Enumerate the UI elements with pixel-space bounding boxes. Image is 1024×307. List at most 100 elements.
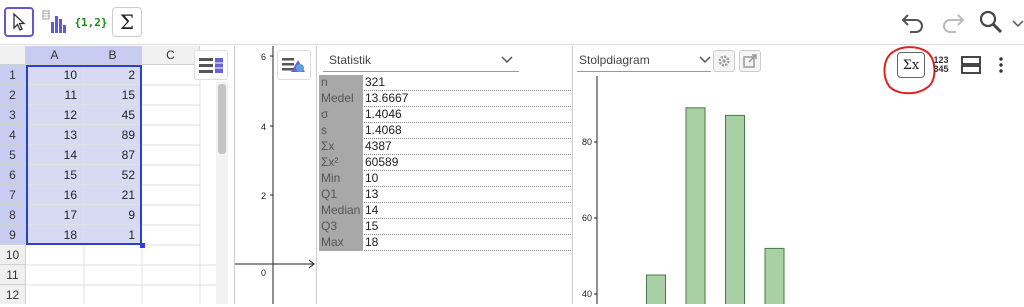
create-list-tool-button[interactable]: {1,2}: [74, 7, 108, 37]
chart-type-label: Stolpdiagram: [579, 53, 650, 67]
export-chart-button[interactable]: [739, 50, 761, 72]
spreadsheet-view: A B C 1 2 3 4 5 6 7 8 9 10 11 12 10 11 1…: [0, 46, 232, 304]
bar-chart[interactable]: 80 60 40: [573, 76, 1024, 304]
undo-icon: [901, 14, 923, 33]
split-layout-icon: [961, 56, 981, 74]
statistics-dropdown-label: Statistik: [329, 53, 372, 67]
row-header[interactable]: 1: [0, 65, 26, 85]
search-button[interactable]: [978, 9, 1004, 38]
stat-value: 60589: [365, 155, 399, 169]
bar-chart-tool-button[interactable]: [40, 7, 70, 37]
y-tick-label: 80: [582, 137, 592, 147]
bar-chart-panel: Stolpdiagram Σx 123 345 80 60 40: [572, 46, 1024, 304]
stat-value: 1.4046: [365, 107, 402, 121]
row-header[interactable]: 8: [0, 205, 26, 225]
sum-tool-button[interactable]: Σ: [112, 7, 142, 37]
graphics-style-bar-button[interactable]: [277, 50, 311, 80]
numbers-icon: 123 345: [933, 56, 948, 74]
cursor-arrow-icon: [13, 12, 26, 31]
graphics-view[interactable]: 6 4 2 0: [234, 46, 315, 304]
row-header[interactable]: 2: [0, 85, 26, 105]
stat-row: Min 10: [319, 171, 571, 187]
selection-box: [26, 65, 142, 245]
row-header[interactable]: 9: [0, 225, 26, 245]
graphics-axes: [235, 46, 315, 304]
stat-value: 18: [365, 235, 379, 249]
more-menu-button[interactable]: [1012, 18, 1024, 33]
export-icon: [743, 54, 757, 68]
chart-type-dropdown[interactable]: Stolpdiagram: [577, 48, 711, 72]
style-bar-menu-icon: [199, 58, 223, 73]
selection-fill-handle[interactable]: [140, 243, 145, 248]
stat-label: Q3: [319, 219, 363, 235]
stat-label: σ: [319, 107, 363, 123]
statistics-dropdown[interactable]: Statistik: [323, 48, 519, 72]
corner-cell[interactable]: [0, 46, 26, 65]
row-header[interactable]: 4: [0, 125, 26, 145]
statistics-panel: Statistik n 321 Medel 13.6667 σ 1.4046 s 1.4…: [316, 46, 571, 304]
stat-label: Σx²: [319, 155, 363, 171]
move-tool-button[interactable]: [4, 7, 34, 37]
panel-menu-button[interactable]: [987, 52, 1015, 78]
show-data-button[interactable]: 123 345: [927, 52, 955, 78]
stat-label: s: [319, 123, 363, 139]
stat-row: Q3 15: [319, 219, 571, 235]
stat-row: Median 14: [319, 203, 571, 219]
sum-tool-label: Σ: [119, 10, 135, 34]
gear-icon: [718, 55, 730, 67]
stat-value: 14: [365, 203, 379, 217]
chevron-down-icon: [501, 56, 513, 64]
stat-value: 15: [365, 219, 379, 233]
stat-label: n: [319, 75, 363, 91]
bar-14[interactable]: [725, 114, 745, 304]
kebab-menu-icon: [999, 57, 1003, 73]
search-icon: [979, 10, 1003, 34]
stat-value: 10: [365, 171, 379, 185]
bar-12[interactable]: [646, 274, 666, 304]
bar-13[interactable]: [685, 107, 706, 304]
stat-label: Σx: [319, 139, 363, 155]
stat-label: Min: [319, 171, 363, 187]
vertical-scrollbar[interactable]: [216, 82, 228, 304]
row-header[interactable]: 10: [0, 245, 26, 265]
y-tick-label: 2: [261, 191, 267, 201]
row-header[interactable]: 7: [0, 185, 26, 205]
one-variable-analysis-icon: [42, 10, 66, 33]
stat-value: 4387: [365, 139, 392, 153]
row-header[interactable]: 5: [0, 145, 26, 165]
stat-label: Median: [319, 203, 363, 219]
graphics-style-icon: [282, 58, 305, 72]
list-tool-label: {1,2}: [74, 15, 108, 29]
stat-row: s 1.4068: [319, 123, 571, 139]
chart-options-button[interactable]: [713, 50, 735, 72]
stat-row: Σx 4387: [319, 139, 571, 155]
style-bar-toggle-button[interactable]: [194, 50, 228, 80]
chevron-down-icon: [1012, 20, 1024, 28]
row-header[interactable]: 11: [0, 265, 26, 285]
stat-row: Q1 13: [319, 187, 571, 203]
column-header-b[interactable]: B: [84, 46, 142, 65]
y-tick-label: 4: [261, 122, 267, 132]
stat-row: Max 18: [319, 235, 571, 251]
stat-row: Medel 13.6667: [319, 91, 571, 107]
y-tick-label: 60: [582, 213, 592, 223]
origin-label: 0: [261, 268, 267, 278]
stat-value: 13.6667: [365, 91, 409, 105]
row-header[interactable]: 3: [0, 105, 26, 125]
numbers-icon-bottom: 345: [933, 64, 949, 74]
toolbar: {1,2} Σ: [0, 0, 1024, 45]
row-header[interactable]: 12: [0, 285, 26, 304]
bar-15[interactable]: [764, 247, 785, 304]
redo-button[interactable]: [940, 11, 966, 36]
stat-label: Medel: [319, 91, 363, 107]
scrollbar-thumb[interactable]: [218, 84, 226, 154]
column-header-a[interactable]: A: [26, 46, 84, 65]
stat-label: Max: [319, 235, 363, 251]
stat-label: Q1: [319, 187, 363, 203]
split-layout-button[interactable]: [957, 52, 985, 78]
column-header-c[interactable]: C: [142, 46, 200, 65]
stat-row: Σx² 60589: [319, 155, 571, 171]
row-header[interactable]: 6: [0, 165, 26, 185]
undo-button[interactable]: [900, 11, 926, 36]
chevron-down-icon: [699, 56, 711, 64]
